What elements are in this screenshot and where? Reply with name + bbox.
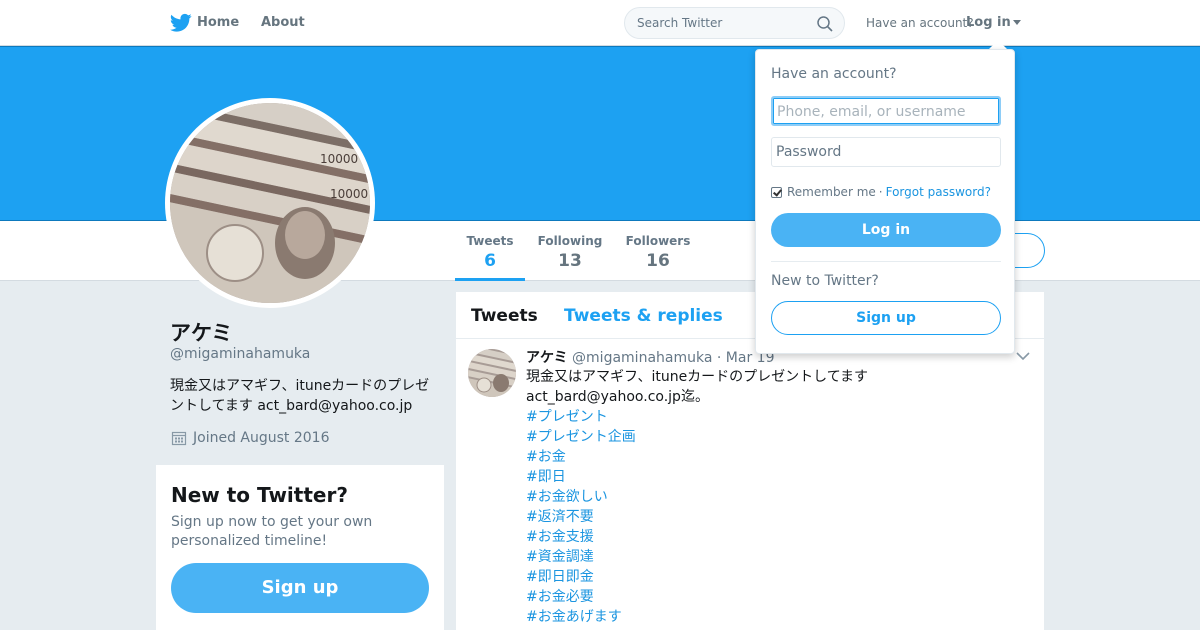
hashtag-link[interactable]: #お金あげます [526, 607, 636, 627]
dropdown-title: Have an account? [771, 66, 897, 82]
signup-card: New to Twitter? Sign up now to get your … [156, 465, 444, 630]
hashtag-link[interactable]: #即日即金 [526, 567, 636, 587]
new-to-twitter-label: New to Twitter? [771, 273, 879, 289]
profile-name: アケミ [170, 321, 233, 345]
tweet-hashtags: #プレゼント #プレゼント企画 #お金 #即日 #お金欲しい #返済不要 #お金… [526, 407, 636, 627]
tweet-text: 現金又はアマギフ、ituneカードのプレゼントしてます act_bard@yah… [526, 369, 869, 405]
joined-date: Joined August 2016 [171, 430, 329, 446]
chevron-down-icon[interactable] [1016, 351, 1030, 361]
svg-text:10000: 10000 [330, 187, 368, 201]
hashtag-link[interactable]: #プレゼント [526, 407, 636, 427]
hashtag-link[interactable]: #お金必要 [526, 587, 636, 607]
remember-separator: · [878, 185, 883, 199]
login-prompt: Have an account? [866, 16, 974, 30]
search-box[interactable]: Search Twitter [624, 7, 845, 39]
nav-about-link[interactable]: About [261, 15, 305, 30]
tweet[interactable]: アケミ @migaminahamuka · Mar 19 現金又はアマギフ、it… [456, 339, 1044, 630]
password-field[interactable]: Password [771, 137, 1001, 167]
login-dropdown: Have an account? Phone, email, or userna… [755, 49, 1015, 354]
joined-label: Joined August 2016 [193, 430, 330, 446]
profile-avatar[interactable]: 10000 10000 [165, 98, 375, 308]
stat-followers[interactable]: Followers 16 [623, 234, 693, 271]
login-dropdown-toggle[interactable]: Log in [966, 15, 1021, 30]
tweet-author-name[interactable]: アケミ [526, 350, 568, 366]
stat-label: Tweets [466, 234, 514, 248]
search-input[interactable]: Search Twitter [637, 16, 722, 30]
caret-down-icon [1012, 20, 1021, 25]
profile-handle[interactable]: @migaminahamuka [170, 346, 310, 362]
signup-card-description: Sign up now to get your own personalized… [171, 514, 373, 549]
tab-tweets[interactable]: Tweets [471, 306, 538, 326]
forgot-password-link[interactable]: Forgot password? [886, 185, 991, 199]
dropdown-divider [771, 261, 1001, 262]
login-link-label: Log in [966, 15, 1011, 30]
signup-button[interactable]: Sign up [771, 301, 1001, 335]
tweet-avatar[interactable] [468, 349, 516, 397]
tweet-author-handle[interactable]: @migaminahamuka [572, 350, 712, 366]
calendar-icon [171, 431, 187, 446]
stat-tweets[interactable]: Tweets 6 [455, 234, 525, 281]
login-button[interactable]: Log in [771, 213, 1001, 247]
avatar-image: 10000 10000 [170, 103, 370, 303]
nav-home-link[interactable]: Home [197, 15, 239, 30]
signup-card-button[interactable]: Sign up [171, 563, 429, 613]
hashtag-link[interactable]: #プレゼント企画 [526, 427, 636, 447]
tweet-header: アケミ @migaminahamuka · Mar 19 [526, 347, 774, 367]
remember-me-checkbox[interactable] [771, 186, 782, 198]
hashtag-link[interactable]: #即日 [526, 467, 636, 487]
signup-card-title: New to Twitter? [171, 483, 348, 507]
stat-value: 16 [646, 251, 670, 271]
stat-label: Followers [625, 234, 691, 248]
top-nav: Home About Search Twitter Have an accoun… [0, 0, 1200, 46]
hashtag-link[interactable]: #お金 [526, 447, 636, 467]
hashtag-link[interactable]: #返済不要 [526, 507, 636, 527]
hashtag-link[interactable]: #お金欲しい [526, 487, 636, 507]
search-icon[interactable] [816, 15, 834, 33]
stat-value: 13 [558, 251, 582, 271]
stat-label: Following [537, 234, 603, 248]
stat-value: 6 [484, 251, 496, 271]
tweet-separator: · [716, 350, 722, 366]
remember-me-label[interactable]: Remember me [787, 185, 876, 199]
remember-me-row: Remember me · Forgot password? [771, 185, 991, 199]
username-field[interactable]: Phone, email, or username [771, 96, 1001, 126]
svg-text:10000: 10000 [320, 152, 358, 166]
hashtag-link[interactable]: #資金調達 [526, 547, 636, 567]
tab-tweets-and-replies[interactable]: Tweets & replies [564, 306, 723, 326]
twitter-bird-icon[interactable] [170, 13, 192, 33]
hashtag-link[interactable]: #お金支援 [526, 527, 636, 547]
stat-following[interactable]: Following 13 [535, 234, 605, 271]
profile-bio: 現金又はアマギフ、ituneカードのプレゼントしてます act_bard@yah… [170, 378, 430, 414]
